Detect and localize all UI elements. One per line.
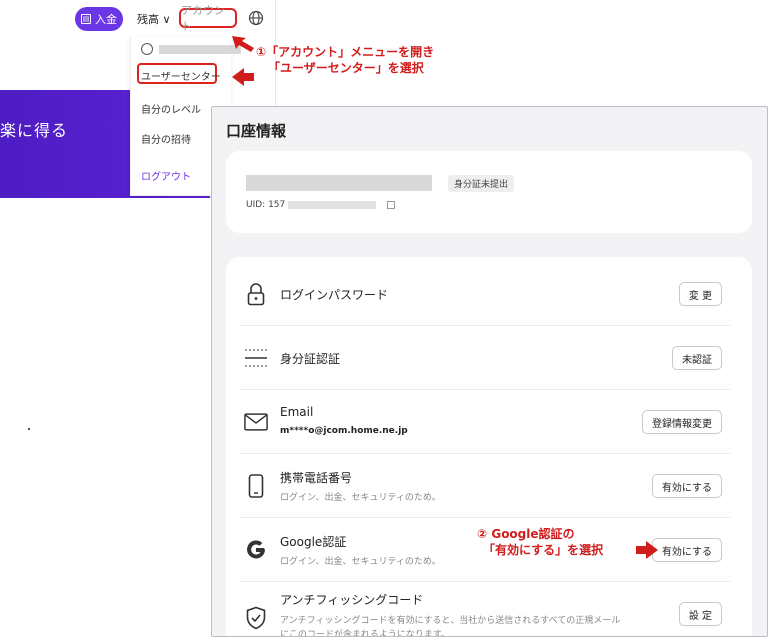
phone-icon (244, 473, 268, 499)
uid-line: UID: 157 (246, 200, 396, 210)
account-menu[interactable]: アカウント (179, 4, 237, 33)
menu-item-user-center[interactable]: ユーザーセンター (141, 68, 221, 83)
annotation-step1-line2: 「ユーザーセンター」を選択 (268, 61, 424, 75)
security-row-email: Email m****o@jcom.home.ne.jp 登録情報変更 (240, 389, 730, 454)
arrow-to-google-enable-icon (636, 541, 658, 559)
google-auth-enable-button[interactable]: 有効にする (651, 538, 722, 562)
id-card-icon (244, 345, 268, 371)
annotation-step2-line2: 「有効にする」を選択 (483, 543, 604, 557)
lock-icon (244, 281, 268, 307)
deposit-label: 入金 (95, 13, 117, 26)
row-subtitle: ログイン、出金、セキュリティのため。 (280, 493, 441, 503)
anti-phishing-setup-button[interactable]: 設 定 (678, 602, 722, 626)
arrow-to-account-icon (232, 36, 254, 52)
row-subtitle-2: にこのコードが含まれるようになります。 (280, 630, 450, 637)
user-avatar-icon (141, 43, 153, 55)
account-label: アカウント (181, 4, 225, 33)
row-title: ログインパスワード (280, 288, 389, 302)
stray-dot (28, 428, 30, 430)
annotation-step1: ①「アカウント」メニューを開き 「ユーザーセンター」を選択 (256, 44, 434, 76)
id-status-badge: 身分証未提出 (448, 175, 515, 192)
change-password-button[interactable]: 変 更 (678, 282, 722, 306)
row-subtitle: ログイン、出金、セキュリティのため。 (280, 557, 441, 567)
row-subtitle: アンチフィッシングコードを有効にすると、当社から送信されるすべての正規メール (280, 616, 621, 626)
security-row-password: ログインパスワード 変 更 (240, 261, 730, 326)
menu-item-my-invite[interactable]: 自分の招待 (141, 131, 191, 146)
menu-item-logout[interactable]: ログアウト (141, 168, 191, 183)
hero-text: 楽に得る (0, 121, 69, 140)
globe-icon[interactable] (248, 10, 264, 26)
shield-icon (244, 605, 268, 631)
mail-icon (244, 409, 268, 435)
security-row-id: 身分証認証 未認証 (240, 325, 730, 390)
dropdown-user (141, 43, 241, 55)
username-redacted (159, 44, 241, 54)
copy-icon[interactable] (387, 201, 396, 209)
deposit-button[interactable]: ▤ 入金 (75, 7, 123, 31)
email-value: m****o@jcom.home.ne.jp (280, 426, 408, 436)
page-title: 口座情報 (226, 122, 287, 140)
id-verify-button[interactable]: 未認証 (672, 346, 722, 370)
row-title: 携帯電話番号 (280, 471, 353, 485)
annotation-step2-line1: ② Google認証の (477, 527, 575, 541)
account-summary-card: 身分証未提出 UID: 157 (226, 151, 752, 233)
security-settings-card: ログインパスワード 変 更 身分証認証 未認証 Email m****o@jco… (226, 257, 752, 637)
menu-item-my-level[interactable]: 自分のレベル (141, 101, 201, 116)
google-icon (244, 537, 268, 563)
security-row-anti-phishing: アンチフィッシングコード アンチフィッシングコードを有効にすると、当社から送信さ… (240, 581, 730, 637)
row-title: 身分証認証 (280, 352, 341, 366)
row-title: Google認証 (280, 535, 347, 549)
balance-menu[interactable]: 残高 ∨ (137, 11, 171, 27)
annotation-step2: ② Google認証の 「有効にする」を選択 (477, 526, 603, 558)
uid-redacted (288, 201, 377, 209)
account-info-panel: 口座情報 身分証未提出 UID: 157 ログインパスワード 変 更 身分証認証… (211, 106, 768, 637)
email-edit-button[interactable]: 登録情報変更 (642, 410, 722, 434)
phone-enable-button[interactable]: 有効にする (651, 474, 722, 498)
account-name-redacted (246, 175, 432, 191)
annotation-step1-line1: ①「アカウント」メニューを開き (256, 45, 435, 59)
row-title: Email (280, 405, 314, 419)
deposit-icon: ▤ (81, 14, 91, 24)
uid-text: UID: 157 (246, 200, 286, 210)
security-row-phone: 携帯電話番号 ログイン、出金、セキュリティのため。 有効にする (240, 453, 730, 518)
row-title: アンチフィッシングコード (280, 593, 424, 607)
arrow-to-user-center-icon (232, 68, 254, 86)
